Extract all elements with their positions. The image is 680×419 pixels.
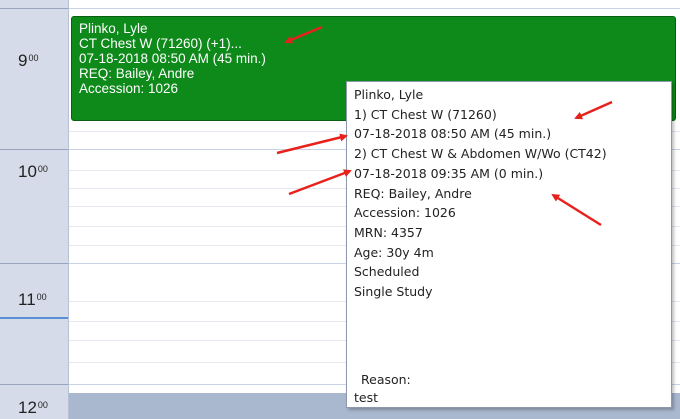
tooltip-mrn: MRN: 4357	[354, 224, 423, 240]
hour-divider	[0, 384, 68, 385]
hour-divider	[0, 8, 68, 9]
hour-label-11: 1100	[18, 290, 47, 309]
hour-label-10: 1000	[18, 162, 48, 181]
current-time-indicator	[0, 317, 68, 319]
hour-divider	[0, 263, 68, 264]
appointment-tooltip: Plinko, Lyle 1) CT Chest W (71260) 07-18…	[346, 81, 672, 408]
tooltip-accession: Accession: 1026	[354, 205, 456, 221]
tooltip-study-1: 1) CT Chest W (71260)	[354, 106, 497, 122]
tooltip-reason-value: test	[354, 390, 379, 405]
tooltip-age: Age: 30y 4m	[354, 244, 434, 260]
hour-label-12: 1200	[18, 398, 48, 417]
tooltip-requester: REQ: Bailey, Andre	[354, 185, 472, 201]
tooltip-study-1-time: 07-18-2018 08:50 AM (45 min.)	[354, 126, 552, 142]
appointment-requester: REQ: Bailey, Andre	[79, 66, 195, 81]
hour-divider	[0, 149, 68, 150]
tooltip-study-2-time: 07-18-2018 09:35 AM (0 min.)	[354, 165, 544, 181]
tooltip-study-2: 2) CT Chest W & Abdomen W/Wo (CT42)	[354, 146, 607, 162]
time-column: 900 1000 1100 1200	[0, 0, 69, 419]
tooltip-patient-name: Plinko, Lyle	[354, 87, 424, 102]
tooltip-study-type: Single Study	[354, 284, 433, 300]
appointment-procedure: CT Chest W (71260) (+1)...	[79, 36, 242, 51]
appointment-datetime: 07-18-2018 08:50 AM (45 min.)	[79, 51, 266, 66]
tooltip-reason-label: Reason:	[361, 372, 411, 387]
time-slot-line	[69, 8, 680, 9]
appointment-patient-name: Plinko, Lyle	[79, 21, 148, 36]
hour-label-9: 900	[18, 51, 39, 70]
tooltip-status: Scheduled	[354, 264, 420, 280]
